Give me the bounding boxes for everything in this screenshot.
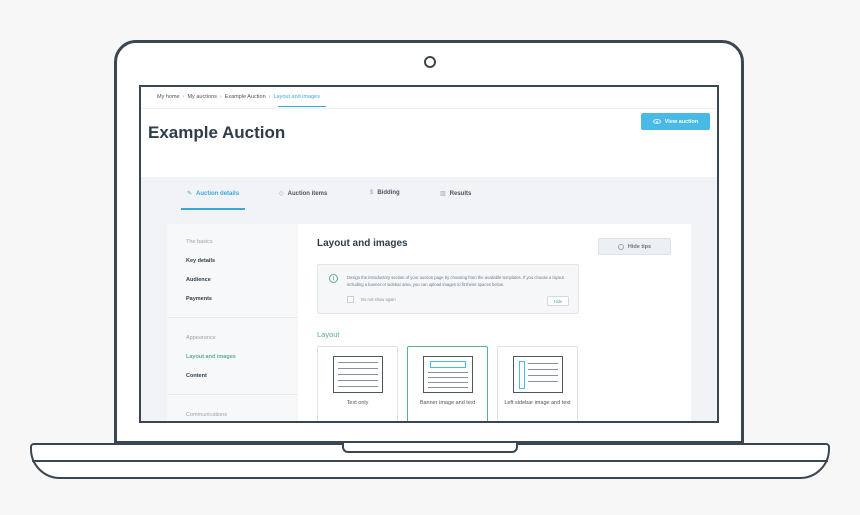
tab-auction-items[interactable]: ◇ Auction items <box>279 190 328 198</box>
sidebar-item-key-details[interactable]: Key details <box>186 258 215 264</box>
settings-sidebar: The basics Key details Audience Payments… <box>167 224 298 421</box>
eye-icon <box>652 119 661 124</box>
laptop-base-edge <box>32 460 828 462</box>
sidebar-item-payments[interactable]: Payments <box>186 296 212 302</box>
bar-chart-icon: ▥ <box>440 191 446 197</box>
breadcrumb-current: Layout and images <box>273 94 320 100</box>
do-not-show-label: Do not show again <box>361 297 396 302</box>
info-icon: i <box>329 274 338 283</box>
sidebar-item-layout-and-images[interactable]: Layout and images <box>186 354 236 360</box>
sidebar-heading-communications: Communications <box>186 412 227 418</box>
section-title: Layout and images <box>317 238 408 249</box>
webcam-icon <box>424 56 436 68</box>
layout-card-label: Left sidebar image and text <box>504 400 571 406</box>
layout-heading: Layout <box>317 330 340 339</box>
sidebar-divider <box>167 317 298 318</box>
sidebar-thumbnail <box>513 356 563 393</box>
tab-label: Auction items <box>287 190 328 197</box>
do-not-show-checkbox[interactable] <box>347 296 354 303</box>
breadcrumb-current-underline <box>278 106 326 107</box>
tab-bidding[interactable]: $ Bidding <box>370 190 400 196</box>
sidebar-divider <box>167 394 298 395</box>
dollar-icon: $ <box>370 190 374 196</box>
hide-tips-button[interactable]: Hide tips <box>598 238 671 255</box>
tab-label: Auction details <box>196 190 240 197</box>
content-panel: Layout and images Hide tips i Design the… <box>298 224 691 421</box>
banner-thumbnail <box>423 356 473 393</box>
breadcrumb: My home › My auctions › Example Auction › Layo… <box>157 94 320 100</box>
tip-box: i Design the introductory section of you… <box>317 264 579 314</box>
tab-label: Bidding <box>377 190 400 196</box>
tip-hide-button[interactable]: Hide <box>547 296 569 306</box>
breadcrumb-my-home[interactable]: My home <box>157 94 180 100</box>
tab-bar: ✎ Auction details ◇ Auction items $ Bidd… <box>141 177 717 212</box>
page-title: Example Auction <box>148 123 286 142</box>
layout-card-label: Banner image and text <box>419 400 476 406</box>
layout-card-left-sidebar-image-and-text[interactable]: Left sidebar image and text <box>497 346 578 421</box>
sidebar-item-audience[interactable]: Audience <box>186 277 211 283</box>
tab-results[interactable]: ▥ Results <box>440 190 472 198</box>
header-divider <box>141 108 717 109</box>
breadcrumb-my-auctions[interactable]: My auctions <box>187 94 216 100</box>
layout-card-banner-image-and-text[interactable]: Banner image and text <box>407 346 488 421</box>
breadcrumb-separator: › <box>268 94 271 100</box>
active-tab-underline <box>181 208 245 210</box>
pencil-icon: ✎ <box>187 191 193 197</box>
breadcrumb-example-auction[interactable]: Example Auction <box>225 94 266 100</box>
view-auction-label: View auction <box>664 118 699 125</box>
tag-icon: ◇ <box>279 191 284 197</box>
layout-card-text-only[interactable]: Text only <box>317 346 398 421</box>
breadcrumb-separator: › <box>219 94 222 100</box>
laptop-notch <box>342 443 518 453</box>
hide-tips-label: Hide tips <box>627 243 652 250</box>
view-auction-button[interactable]: View auction <box>641 113 710 130</box>
clock-icon <box>617 243 624 250</box>
text-only-thumbnail <box>333 356 383 393</box>
sidebar-heading-appearance: Appearance <box>186 335 216 341</box>
sidebar-item-content[interactable]: Content <box>186 373 207 379</box>
sidebar-heading-basics: The basics <box>186 239 213 245</box>
laptop-screen: My home › My auctions › Example Auction › Layo… <box>139 85 719 423</box>
tab-auction-details[interactable]: ✎ Auction details <box>187 190 240 198</box>
breadcrumb-separator: › <box>182 94 185 100</box>
tip-text: Design the introductory section of your … <box>347 275 564 287</box>
tab-label: Results <box>449 190 472 197</box>
layout-card-label: Text only <box>346 400 369 406</box>
